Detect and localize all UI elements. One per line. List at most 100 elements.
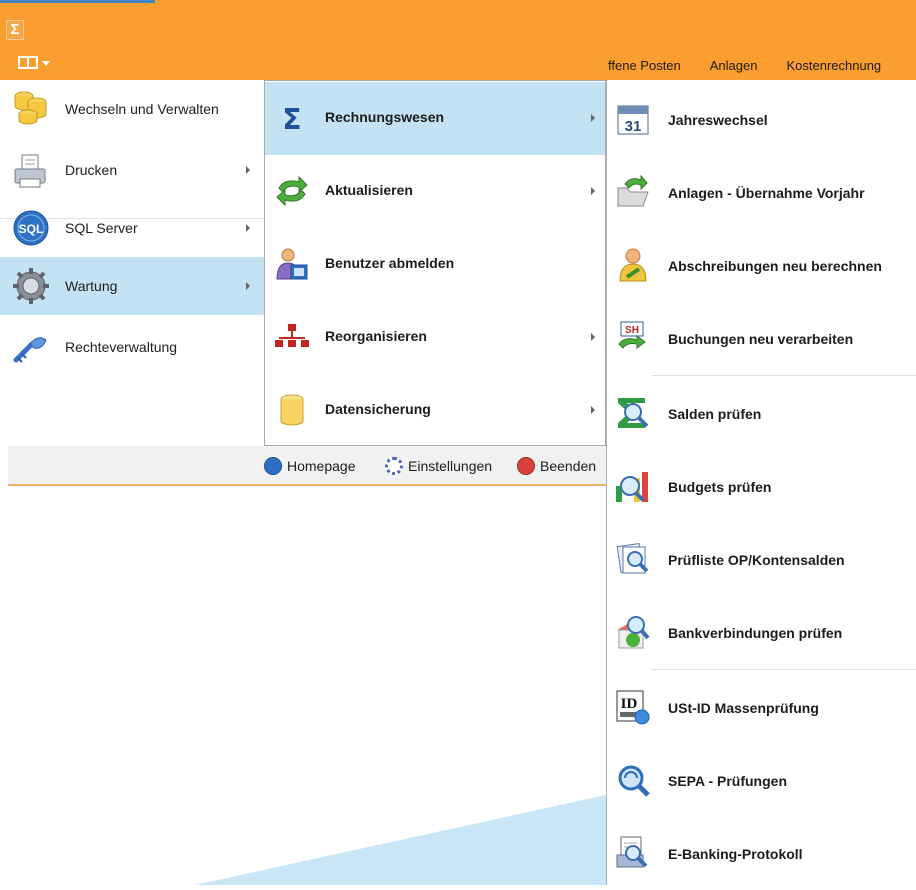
menu-item-drucken[interactable]: Drucken	[0, 141, 264, 199]
svg-text:ID: ID	[621, 696, 638, 712]
id-globe-icon: ID	[616, 690, 650, 725]
close-icon	[517, 457, 535, 475]
submenu-item-label: Buchungen neu verarbeiten	[668, 331, 854, 347]
submenu-item-rechnungswesen[interactable]: Σ Rechnungswesen	[265, 82, 605, 155]
submenu-item-abschreibungen[interactable]: Abschreibungen neu berechnen	[607, 229, 916, 302]
menu-item-wartung[interactable]: Wartung	[0, 257, 264, 315]
submenu-item-ebanking-protokoll[interactable]: E-Banking-Protokoll	[607, 817, 916, 890]
submenu-item-label: Reorganisieren	[325, 328, 427, 344]
submenu-item-label: Bankverbindungen prüfen	[668, 625, 843, 641]
folder-refresh-icon	[617, 174, 649, 207]
submenu-item-bankverbindungen[interactable]: Bankverbindungen prüfen	[607, 596, 916, 669]
tab-anlagen[interactable]: Anlagen	[710, 56, 758, 80]
menu-item-rechteverwaltung[interactable]: Rechteverwaltung	[0, 318, 264, 376]
submenu-wartung: Σ Rechnungswesen Aktualisieren Benutzer …	[264, 80, 606, 446]
menu-item-sql-server[interactable]: SQL SQL Server	[0, 199, 264, 257]
chevron-right-icon	[246, 224, 250, 232]
submenu-item-label: SEPA - Prüfungen	[668, 773, 787, 789]
submenu-item-pruefliste[interactable]: Prüfliste OP/Kontensalden	[607, 523, 916, 596]
cylinder-icon	[280, 394, 304, 426]
chevron-right-icon	[591, 333, 595, 341]
exit-label: Beenden	[540, 458, 597, 474]
submenu-item-label: Prüfliste OP/Kontensalden	[668, 552, 845, 568]
submenu-item-label: Anlagen - Übernahme Vorjahr	[668, 185, 865, 201]
submenu-item-datensicherung[interactable]: Datensicherung	[265, 374, 605, 447]
chevron-right-icon	[246, 166, 250, 174]
menu-item-wechseln-verwalten[interactable]: Wechseln und Verwalten	[0, 80, 264, 138]
homepage-label: Homepage	[287, 458, 356, 474]
sum-magnifier-icon	[618, 398, 649, 428]
submenu-rechnungswesen: 31 Jahreswechsel Anlagen - Übernahme Vor…	[606, 80, 916, 885]
submenu-item-anlagen-uebernahme[interactable]: Anlagen - Übernahme Vorjahr	[607, 156, 916, 229]
sigma-icon: Σ	[282, 103, 301, 135]
menu-item-label: SQL Server	[65, 220, 138, 236]
tab-offene-posten[interactable]: ffene Posten	[608, 56, 681, 80]
submenu-item-ustid[interactable]: ID USt-ID Massenprüfung	[607, 671, 916, 744]
submenu-item-budgets-pruefen[interactable]: Budgets prüfen	[607, 450, 916, 523]
menu-item-label: Wartung	[65, 278, 118, 294]
menu-item-label: Rechteverwaltung	[65, 339, 178, 355]
submenu-item-label: Jahreswechsel	[668, 112, 768, 128]
menu-separator	[651, 669, 916, 670]
submenu-item-label: Rechnungswesen	[325, 109, 445, 125]
application-menu-button[interactable]	[12, 54, 56, 72]
menu-separator	[651, 375, 916, 376]
settings-label: Einstellungen	[408, 458, 493, 474]
settings-button[interactable]: Einstellungen	[385, 457, 492, 475]
settings-gear-icon	[385, 457, 403, 475]
sepa-magnifier-icon	[618, 765, 650, 797]
user-logoff-icon	[276, 248, 308, 280]
svg-text:31: 31	[625, 118, 642, 135]
chevron-right-icon	[591, 187, 595, 195]
book-icon	[18, 56, 38, 69]
submenu-item-reorganisieren[interactable]: Reorganisieren	[265, 301, 605, 374]
submenu-item-label: Aktualisieren	[325, 182, 413, 198]
list-magnifier-icon	[616, 543, 649, 574]
app-sigma-icon[interactable]: Σ	[6, 20, 24, 40]
submenu-item-label: Abschreibungen neu berechnen	[668, 258, 882, 274]
menu-footer-bar: Homepage Einstellungen Beenden	[8, 446, 606, 486]
printer-icon	[14, 154, 46, 188]
submenu-item-aktualisieren[interactable]: Aktualisieren	[265, 155, 605, 228]
gear-icon	[13, 268, 49, 304]
background-diagonal-shape	[195, 795, 606, 885]
quick-access-indicator	[0, 0, 155, 3]
submenu-item-label: E-Banking-Protokoll	[668, 846, 803, 862]
submenu-item-sepa[interactable]: SEPA - Prüfungen	[607, 744, 916, 817]
sql-icon: SQL	[13, 210, 49, 246]
svg-text:SQL: SQL	[19, 222, 44, 236]
database-icon	[14, 91, 47, 125]
homepage-button[interactable]: Homepage	[264, 457, 356, 475]
bank-magnifier-icon	[617, 616, 650, 649]
person-calc-icon	[619, 248, 647, 282]
submenu-item-label: Datensicherung	[325, 401, 431, 417]
menu-item-label: Wechseln und Verwalten	[65, 101, 219, 117]
chevron-down-icon	[42, 61, 50, 66]
submenu-item-label: USt-ID Massenprüfung	[668, 700, 819, 716]
tab-kostenrechnung[interactable]: Kostenrechnung	[786, 56, 881, 80]
submenu-item-label: Benutzer abmelden	[325, 255, 455, 271]
chevron-right-icon	[246, 282, 250, 290]
submenu-item-jahreswechsel[interactable]: 31 Jahreswechsel	[607, 83, 916, 156]
application-menu: Wechseln und Verwalten Drucken SQL SQL S…	[0, 80, 264, 446]
chevron-right-icon	[591, 114, 595, 122]
calendar-icon: 31	[617, 105, 649, 135]
submenu-item-label: Budgets prüfen	[668, 479, 772, 495]
ebanking-magnifier-icon	[616, 836, 648, 868]
hierarchy-icon	[275, 324, 309, 347]
svg-text:Σ: Σ	[282, 103, 301, 135]
refresh-icon	[276, 175, 308, 207]
menu-item-label: Drucken	[65, 162, 118, 178]
submenu-item-benutzer-abmelden[interactable]: Benutzer abmelden	[265, 228, 605, 301]
globe-icon	[264, 457, 282, 475]
submenu-item-buchungen[interactable]: SH Buchungen neu verarbeiten	[607, 302, 916, 375]
chevron-right-icon	[591, 406, 595, 414]
submenu-item-label: Salden prüfen	[668, 406, 762, 422]
ribbon-tabs: ffene Posten Anlagen Kostenrechnung	[608, 56, 916, 80]
submenu-item-salden-pruefen[interactable]: Salden prüfen	[607, 377, 916, 450]
exit-button[interactable]: Beenden	[517, 457, 596, 475]
svg-text:SH: SH	[625, 325, 639, 336]
sh-refresh-icon: SH	[618, 321, 646, 349]
chart-magnifier-icon	[616, 472, 648, 502]
key-icon	[13, 337, 47, 363]
